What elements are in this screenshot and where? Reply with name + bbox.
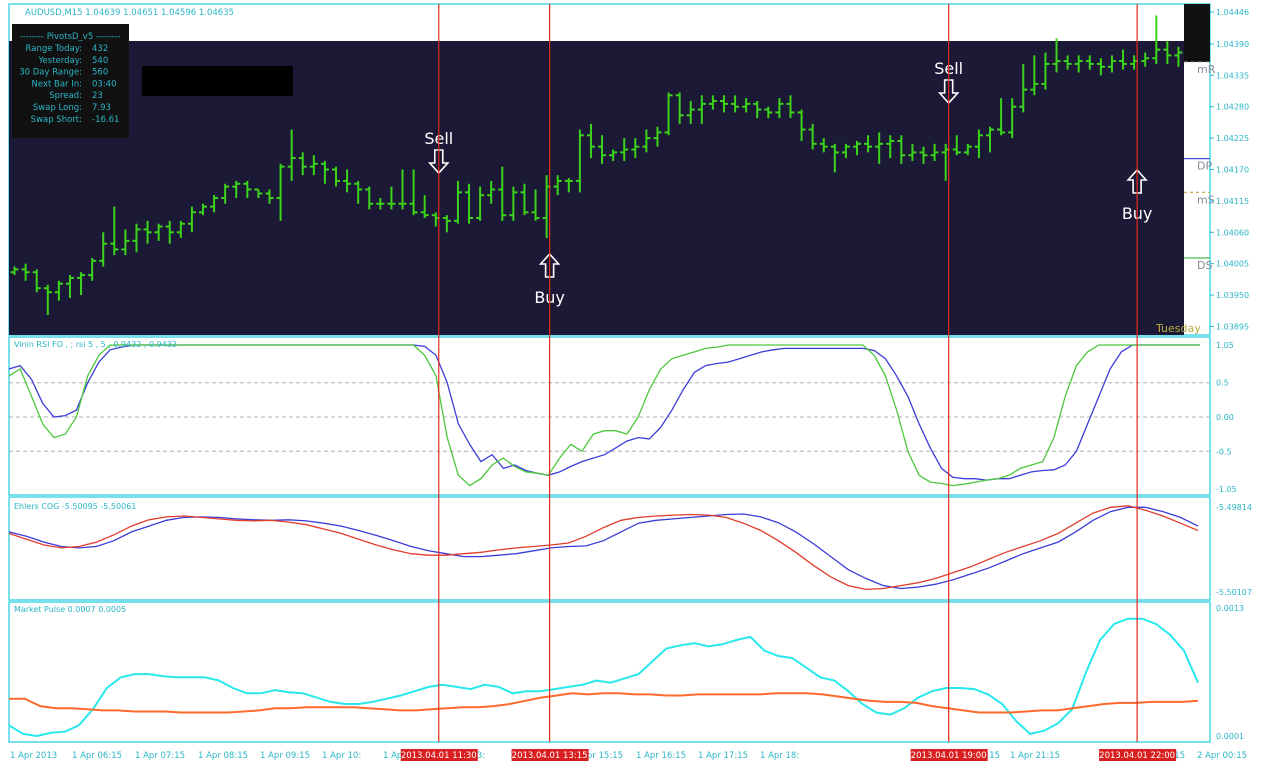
rsi-tick-label: 0.00 [1216, 413, 1234, 422]
time-label: 1 Apr 18: [760, 751, 799, 761]
panel-frame-4 [8, 601, 1211, 743]
time-label: 1 Apr 21:15 [1010, 751, 1060, 761]
info-label: Range Today: [26, 44, 82, 54]
time-label: 1 Apr 08:15 [198, 751, 248, 761]
y-tick-label: 1.04280 [1216, 103, 1249, 112]
time-label: 1 Apr 16:15 [636, 751, 686, 761]
y-tick-label: 1.03950 [1216, 291, 1249, 300]
y-tick-label: 1.04060 [1216, 228, 1249, 237]
pulse-title: Market Pulse 0.0007 0.0005 [14, 605, 126, 614]
info-value: 7.93 [92, 103, 111, 113]
panel-frame-2 [8, 336, 1211, 496]
pulse-tick-label: 0.0001 [1216, 732, 1244, 741]
time-label: 2 Apr 00:15 [1197, 751, 1247, 761]
rsi-tick-label: -0.5 [1216, 447, 1232, 456]
time-label: 1 Apr 07:15 [135, 751, 185, 761]
y-tick-label: 1.04005 [1216, 260, 1249, 269]
redacted-box [142, 66, 293, 96]
time-tag-label: 2013.04.01 13:15 [512, 751, 588, 761]
rsi-tick-label: -1.05 [1216, 485, 1237, 494]
pivot-label-ds: DS [1197, 259, 1212, 272]
time-label: 1 Apr 10: [322, 751, 361, 761]
rsi-title: Vinin RSI FO , ; rsi 5 , 5 , 0.9432 , 0.… [14, 340, 177, 349]
info-value: 540 [92, 56, 108, 66]
rsi-tick-label: 1.05 [1216, 341, 1234, 350]
chart-canvas[interactable]: mR DP mS DS Tuesday 1.04446 1.04390 1.04335 1.04… [0, 0, 1267, 765]
panel-frame-3 [8, 496, 1211, 601]
info-value: 03:40 [92, 79, 117, 89]
cog-tick-label: -5.50107 [1216, 588, 1252, 597]
time-tag: 2013.04.01 11:30 [400, 749, 478, 761]
symbol-header: AUDUSD,M15 1.04639 1.04651 1.04596 1.046… [25, 8, 234, 18]
cog-title: Ehlers COG -5.50095 -5.50061 [14, 502, 136, 511]
info-label: Next Bar In: [32, 79, 83, 89]
pivot-label-ms: mS [1197, 193, 1215, 206]
y-tick-label: 1.03895 [1216, 322, 1249, 331]
time-tag-label: 2013.04.01 22:00 [1099, 751, 1175, 761]
time-tag: 2013.04.01 22:00 [1099, 749, 1177, 761]
info-label: Swap Long: [33, 103, 82, 113]
info-label: 30 Day Range: [19, 68, 82, 78]
info-label: Swap Short: [31, 115, 82, 125]
pivot-label-dp: DP [1197, 160, 1212, 173]
day-label: Tuesday [1155, 322, 1201, 335]
y-tick-label: 1.04170 [1216, 166, 1249, 175]
time-label: 1 Apr 2013 [10, 751, 57, 761]
time-tag: 2013.04.01 19:00 [910, 749, 988, 761]
info-panel-title: -------- PivotsD_v5 -------- [19, 32, 120, 42]
y-tick-label: 1.04115 [1216, 197, 1249, 206]
y-tick-label: 1.04225 [1216, 134, 1249, 143]
info-label: Yesterday: [37, 56, 82, 66]
time-tag-label: 2013.04.01 11:30 [401, 751, 477, 761]
pivot-label-mr: mR [1197, 63, 1216, 76]
y-tick-label: 1.04446 [1216, 8, 1249, 17]
rsi-tick-label: 0.5 [1216, 379, 1229, 388]
info-value: 432 [92, 44, 108, 54]
info-value: 23 [92, 91, 103, 101]
current-bar-box [1184, 4, 1210, 62]
info-value: -16.61 [92, 115, 119, 125]
pulse-tick-label: 0.0013 [1216, 604, 1244, 613]
chart-root: mR DP mS DS Tuesday 1.04446 1.04390 1.04335 1.04… [0, 0, 1267, 765]
cog-tick-label: -5.49814 [1216, 503, 1252, 512]
time-tag: 2013.04.01 13:15 [511, 749, 589, 761]
y-tick-label: 1.04335 [1216, 71, 1249, 80]
time-label: 1 Apr 06:15 [72, 751, 122, 761]
time-label: 1 Apr 17:15 [698, 751, 748, 761]
y-tick-label: 1.04390 [1216, 40, 1249, 49]
info-label: Spread: [49, 91, 82, 101]
info-value: 560 [92, 68, 108, 78]
time-label: 1 Apr 09:15 [260, 751, 310, 761]
time-tag-label: 2013.04.01 19:00 [911, 751, 987, 761]
